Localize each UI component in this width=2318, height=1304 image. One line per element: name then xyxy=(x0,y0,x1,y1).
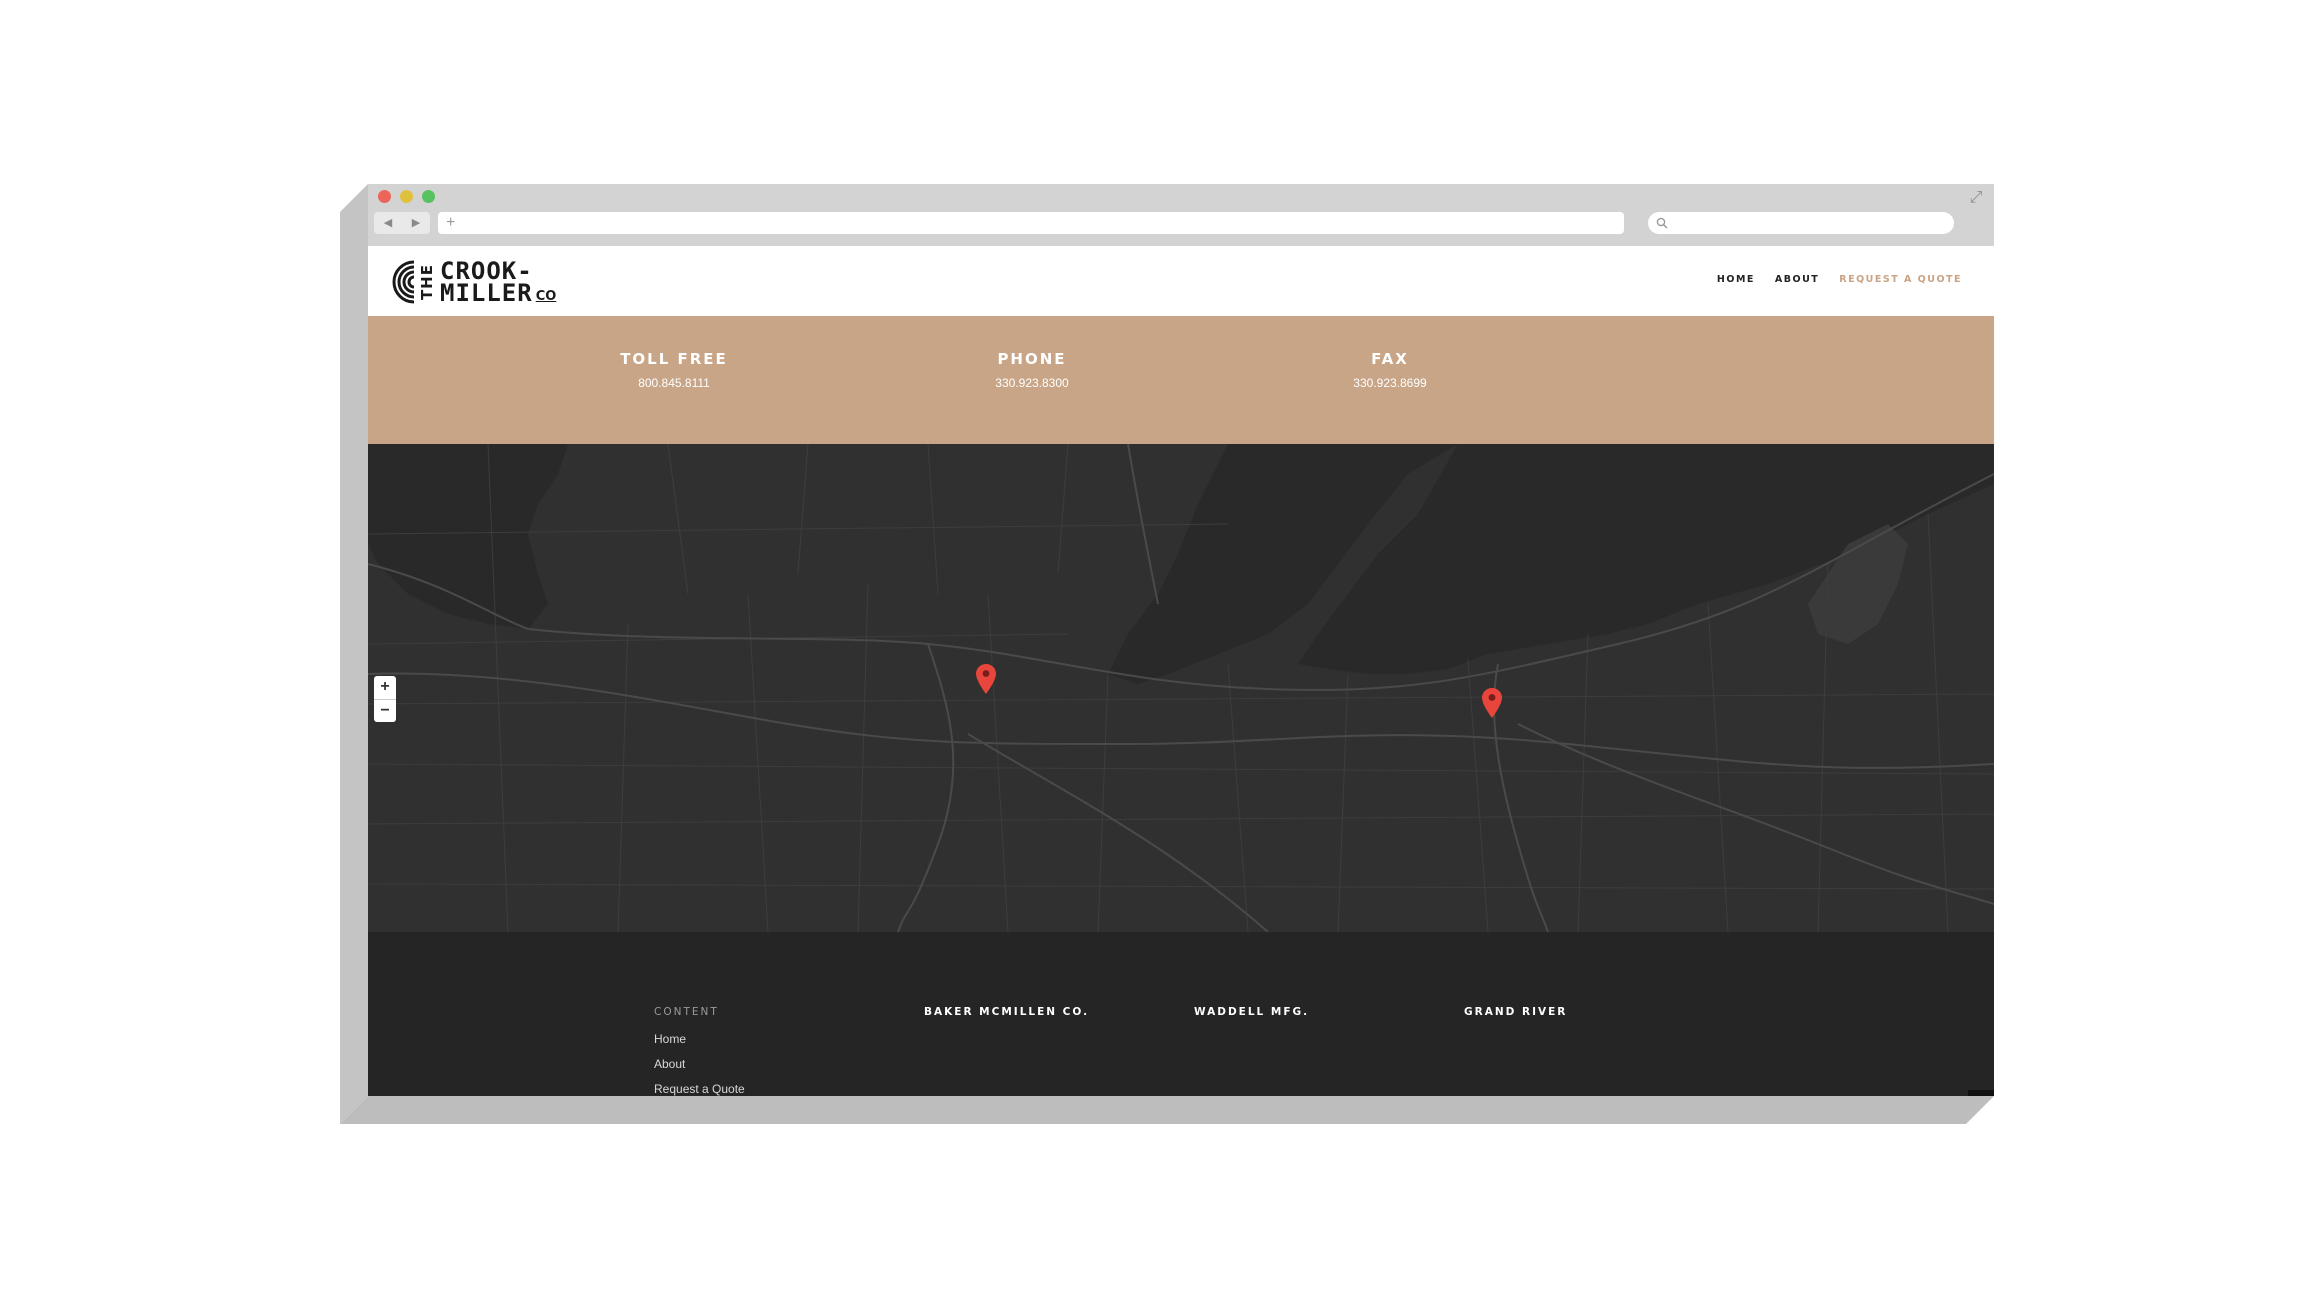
toll-free-label: TOLL FREE xyxy=(620,350,728,368)
location-pin-icon[interactable] xyxy=(976,664,996,694)
browser-window: ⤢ ◀ ▶ + THE CROOK- MILLER CO HOME ABOUT … xyxy=(368,184,1994,1096)
footer-link-home[interactable]: Home xyxy=(654,1032,904,1046)
expand-icon[interactable]: ⤢ xyxy=(1968,190,1984,206)
phone-block: PHONE 330.923.8300 xyxy=(932,350,1132,390)
search-icon xyxy=(1656,217,1668,229)
footer-link-request-quote[interactable]: Request a Quote xyxy=(654,1082,904,1096)
footer-content-column: CONTENT Home About Request a Quote xyxy=(654,1006,904,1096)
map-zoom-control: + − xyxy=(374,676,396,722)
address-bar[interactable]: + xyxy=(438,212,1624,234)
zoom-in-button[interactable]: + xyxy=(374,676,396,700)
logo-wood-rings-icon xyxy=(392,260,414,304)
fax-block: FAX 330.923.8699 xyxy=(1290,350,1490,390)
site-footer: CONTENT Home About Request a Quote BAKER… xyxy=(368,932,1994,1096)
footer-baker-heading[interactable]: BAKER MCMILLEN CO. xyxy=(924,1006,1174,1018)
footer-waddell-heading[interactable]: WADDELL MFG. xyxy=(1194,1006,1444,1018)
toll-free-block: TOLL FREE 800.845.8111 xyxy=(574,350,774,390)
back-button[interactable]: ◀ xyxy=(374,212,402,234)
footer-link-about[interactable]: About xyxy=(654,1057,904,1071)
fax-number: 330.923.8699 xyxy=(1353,376,1427,390)
phone-number[interactable]: 330.923.8300 xyxy=(932,376,1132,390)
website-viewport: THE CROOK- MILLER CO HOME ABOUT REQUEST … xyxy=(368,246,1994,1096)
nav-about-link[interactable]: ABOUT xyxy=(1775,274,1819,285)
mockup-side-bottom xyxy=(340,1096,1994,1124)
browser-mockup: ⤢ ◀ ▶ + THE CROOK- MILLER CO HOME ABOUT … xyxy=(340,184,1994,1124)
footer-baker-column: BAKER MCMILLEN CO. xyxy=(924,1006,1174,1018)
browser-search-input[interactable] xyxy=(1648,212,1954,234)
close-window-button[interactable] xyxy=(378,190,391,203)
map-tiles xyxy=(368,444,1994,932)
browser-chrome: ⤢ ◀ ▶ + xyxy=(368,184,1994,246)
mockup-side-left xyxy=(340,184,368,1124)
logo-wordmark: CROOK- MILLER xyxy=(440,259,533,307)
minimize-window-button[interactable] xyxy=(400,190,413,203)
scroll-to-top-button[interactable] xyxy=(1968,1090,1994,1096)
fax-label: FAX xyxy=(1371,350,1409,368)
location-pin-icon[interactable] xyxy=(1482,688,1502,718)
footer-grand-river-heading[interactable]: GRAND RIVER xyxy=(1464,1006,1714,1018)
history-nav: ◀ ▶ xyxy=(374,212,430,234)
toll-free-number[interactable]: 800.845.8111 xyxy=(574,376,774,390)
footer-content-heading: CONTENT xyxy=(654,1006,719,1018)
logo-the: THE xyxy=(418,263,436,301)
zoom-out-button[interactable]: − xyxy=(374,700,396,723)
phone-label: PHONE xyxy=(997,350,1067,368)
site-header: THE CROOK- MILLER CO HOME ABOUT REQUEST … xyxy=(368,246,1994,316)
contact-band: TOLL FREE 800.845.8111 PHONE 330.923.830… xyxy=(368,316,1994,444)
forward-button[interactable]: ▶ xyxy=(402,212,430,234)
location-map[interactable]: + − xyxy=(368,444,1994,932)
nav-request-quote-link[interactable]: REQUEST A QUOTE xyxy=(1839,274,1962,285)
logo-line-2: MILLER xyxy=(440,279,533,307)
new-tab-button[interactable]: + xyxy=(446,212,455,234)
main-nav: HOME ABOUT REQUEST A QUOTE xyxy=(1717,274,1962,285)
nav-home-link[interactable]: HOME xyxy=(1717,274,1755,285)
footer-waddell-column: WADDELL MFG. xyxy=(1194,1006,1444,1018)
maximize-window-button[interactable] xyxy=(422,190,435,203)
footer-grand-river-column: GRAND RIVER xyxy=(1464,1006,1714,1018)
site-logo[interactable]: THE CROOK- MILLER CO xyxy=(392,258,556,306)
logo-co: CO xyxy=(535,289,557,304)
